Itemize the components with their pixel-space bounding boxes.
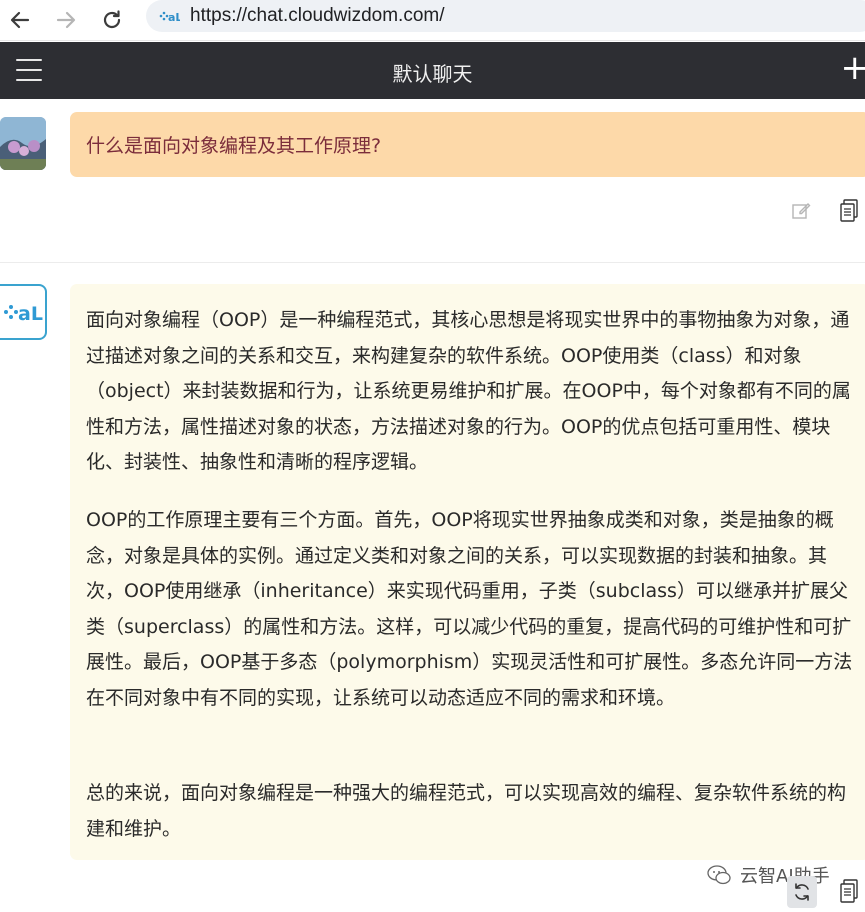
ai-paragraph-1: 面向对象编程（OOP）是一种编程范式，其核心思想是将现实世界中的事物抽象为对象，… [86, 309, 851, 473]
url-text: https://chat.cloudwizdom.com/ [190, 5, 445, 26]
wechat-icon [707, 865, 731, 885]
user-avatar [0, 117, 46, 170]
browser-toolbar: aL https://chat.cloudwizdom.com/ [0, 0, 865, 41]
address-bar[interactable]: aL https://chat.cloudwizdom.com/ [146, 0, 865, 32]
regenerate-icon [795, 883, 809, 901]
reload-button[interactable] [96, 4, 128, 36]
edit-message-button[interactable] [790, 199, 812, 223]
app-header: 默认聊天 + [0, 42, 865, 99]
site-favicon: aL [158, 7, 180, 25]
chat-title: 默认聊天 [392, 62, 473, 86]
arrow-right-icon [56, 11, 76, 29]
message-divider [0, 262, 865, 263]
back-button[interactable] [4, 4, 36, 36]
user-message-text: 什么是面向对象编程及其工作原理? [86, 135, 382, 157]
copy-icon [840, 199, 858, 222]
new-chat-button[interactable]: + [841, 51, 865, 85]
ai-avatar: aL [0, 284, 47, 340]
copy-user-message-button[interactable] [838, 199, 860, 223]
ai-paragraph-3: 总的来说，面向对象编程是一种强大的编程范式，可以实现高效的编程、复杂软件系统的构… [86, 782, 847, 840]
forward-button[interactable] [50, 4, 82, 36]
plus-icon: + [840, 48, 865, 88]
ai-message-bubble: 面向对象编程（OOP）是一种编程范式，其核心思想是将现实世界中的事物抽象为对象，… [70, 284, 865, 860]
reload-icon [103, 10, 121, 29]
regenerate-button[interactable] [787, 876, 817, 908]
svg-text:aL: aL [18, 303, 43, 325]
user-message-bubble: 什么是面向对象编程及其工作原理? [70, 112, 865, 177]
copy-icon [840, 879, 858, 903]
ai-paragraph-2: OOP的工作原理主要有三个方面。首先，OOP将现实世界抽象成类和对象，类是抽象的… [86, 509, 853, 709]
svg-text:aL: aL [168, 11, 180, 24]
copy-ai-message-button[interactable] [838, 878, 860, 906]
arrow-left-icon [10, 11, 30, 29]
edit-icon [792, 203, 811, 219]
